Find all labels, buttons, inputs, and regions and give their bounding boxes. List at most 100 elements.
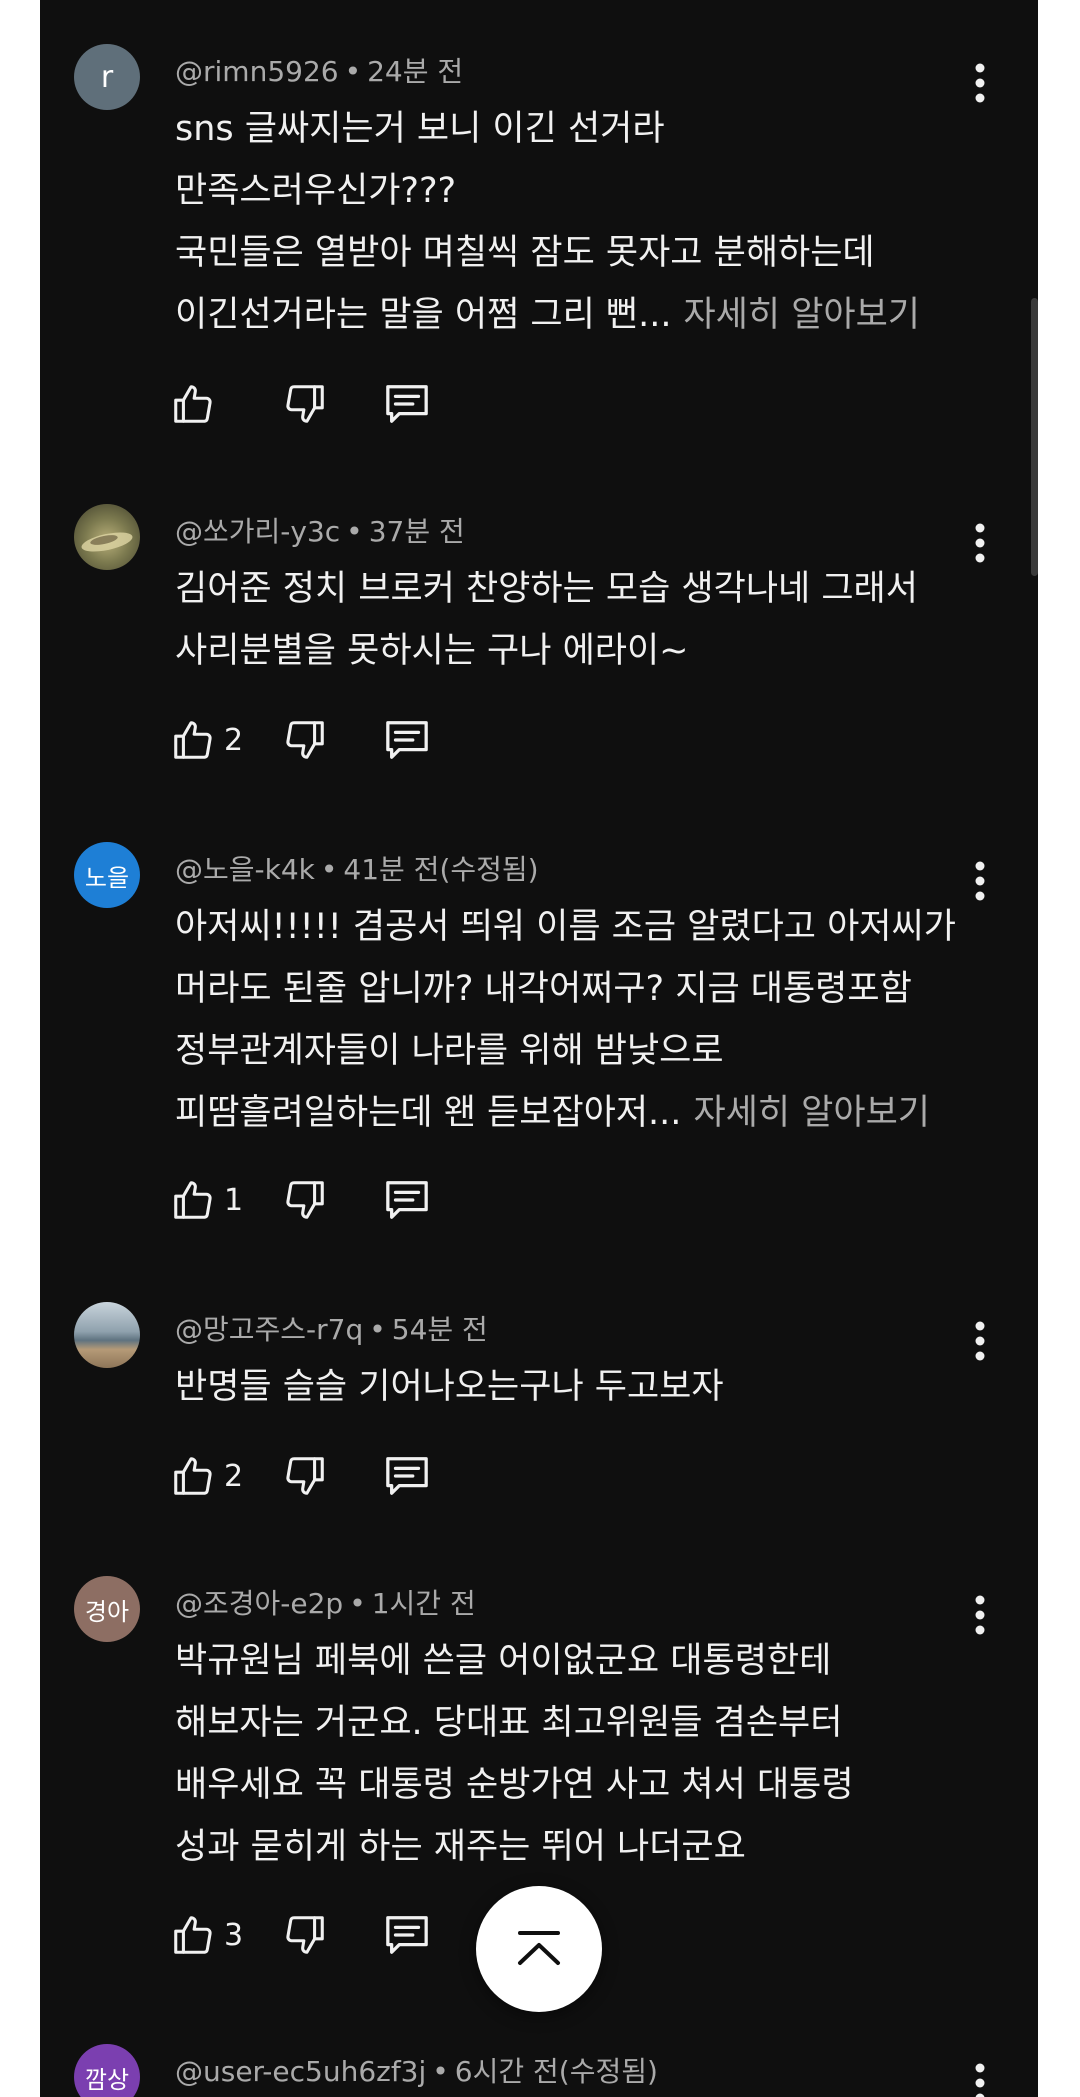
reply-icon: [382, 1912, 432, 1958]
thumbs-up-icon: [170, 1453, 216, 1499]
read-more-link[interactable]: 자세히 알아보기: [683, 295, 920, 335]
reply-button[interactable]: [382, 1448, 432, 1504]
dislike-button[interactable]: [282, 376, 328, 432]
comment-text-line: 피땀흘려일하는데 왠 듣보잡아저... 자세히 알아보기: [175, 1082, 1005, 1144]
comment-text: 김어준 정치 브로커 찬양하는 모습 생각나네 그래서사리분별을 못하시는 구나…: [175, 558, 1005, 682]
comment-text-content: 정부관계자들이 나라를 위해 밤낮으로: [175, 1031, 724, 1071]
thumbs-down-icon: [282, 1912, 328, 1958]
read-more-link[interactable]: 자세히 알아보기: [693, 1093, 930, 1133]
meta-separator: •: [432, 2055, 449, 2088]
comment-text-line: 이긴선거라는 말을 어쩜 그리 뻔... 자세히 알아보기: [175, 284, 1005, 346]
author-handle[interactable]: @조경아-e2p: [175, 1587, 343, 1620]
avatar[interactable]: [74, 1302, 140, 1368]
comment-text-content: 박규원님 페북에 쓴글 어이없군요 대통령한테: [175, 1641, 832, 1681]
author-handle[interactable]: @노을-k4k: [175, 853, 315, 886]
comment-time: 24분 전: [367, 55, 464, 88]
comment-text-content: 반명들 슬슬 기어나오는구나 두고보자: [175, 1367, 724, 1407]
avatar-image: [81, 532, 133, 552]
comment-text-content: 김어준 정치 브로커 찬양하는 모습 생각나네 그래서: [175, 569, 918, 609]
like-button[interactable]: 1: [170, 1172, 243, 1228]
reply-button[interactable]: [382, 376, 432, 432]
comment-text-line: 국민들은 열받아 며칠씩 잠도 못자고 분해하는데: [175, 222, 1005, 284]
thumbs-up-icon: [170, 1912, 216, 1958]
thumbs-down-icon: [282, 717, 328, 763]
author-handle[interactable]: @user-ec5uh6zf3j: [175, 2055, 426, 2088]
comment-text-line: 머라도 된줄 압니까? 내각어쩌구? 지금 대통령포함: [175, 958, 1005, 1020]
thumbs-down-icon: [282, 1177, 328, 1223]
like-count: 2: [224, 1458, 244, 1494]
thumbs-up-icon: [170, 1177, 216, 1223]
comment-actions: 1: [170, 1172, 670, 1228]
author-handle[interactable]: @쏘가리-y3c: [175, 515, 340, 548]
like-button[interactable]: 2: [170, 712, 243, 768]
avatar-initials: r: [100, 59, 114, 95]
comment-text-content: 성과 묻히게 하는 재주는 뛰어 나더군요: [175, 1827, 746, 1867]
comment-meta: @rimn5926 • 24분 전: [175, 50, 463, 90]
comment-meta: @노을-k4k • 41분 전(수정됨): [175, 848, 539, 888]
avatar[interactable]: 경아: [74, 1576, 140, 1642]
comment-text-content: 사리분별을 못하시는 구나 에라이~: [175, 631, 689, 671]
dislike-button[interactable]: [282, 1907, 328, 1963]
meta-separator: •: [369, 1313, 386, 1346]
reply-button[interactable]: [382, 712, 432, 768]
avatar-initials: 경아: [84, 1597, 130, 1626]
like-count: 3: [224, 1917, 244, 1953]
comment-time: 54분 전: [391, 1313, 488, 1346]
comment-text-line: 아저씨!!!!! 겸공서 띄워 이름 조금 알렸다고 아저씨가: [175, 896, 1005, 958]
avatar-image: [74, 1302, 140, 1368]
thumbs-up-icon: [170, 717, 216, 763]
comment-text-line: 정부관계자들이 나라를 위해 밤낮으로: [175, 1020, 1005, 1082]
thumbs-up-icon: [170, 381, 216, 427]
avatar[interactable]: r: [74, 44, 140, 110]
comment-time: 37분 전: [368, 515, 465, 548]
author-handle[interactable]: @rimn5926: [175, 55, 339, 88]
comment-meta: @user-ec5uh6zf3j • 6시간 전(수정됨): [175, 2050, 658, 2090]
scrollbar[interactable]: [1031, 298, 1038, 576]
comment-meta: @조경아-e2p • 1시간 전: [175, 1582, 476, 1622]
chevron-up-icon: [518, 1931, 560, 1965]
avatar[interactable]: 노을: [74, 842, 140, 908]
comment-text-content: 배우세요 꼭 대통령 순방가연 사고 쳐서 대통령: [175, 1765, 854, 1805]
comment-time: 41분 전(수정됨): [343, 853, 539, 886]
comment-text-content: 만족스러우신가???: [175, 171, 457, 211]
reply-icon: [382, 717, 432, 763]
like-button[interactable]: [170, 376, 216, 432]
dislike-button[interactable]: [282, 1448, 328, 1504]
author-handle[interactable]: @망고주스-r7q: [175, 1313, 363, 1346]
like-count: 1: [224, 1182, 244, 1218]
comment-text-content: 국민들은 열받아 며칠씩 잠도 못자고 분해하는데: [175, 233, 875, 273]
comment-text: 반명들 슬슬 기어나오는구나 두고보자: [175, 1356, 1005, 1418]
comment-text-line: 배우세요 꼭 대통령 순방가연 사고 쳐서 대통령: [175, 1754, 1005, 1816]
comment-text-line: 박규원님 페북에 쓴글 어이없군요 대통령한테: [175, 1630, 1005, 1692]
comment-text: 아저씨!!!!! 겸공서 띄워 이름 조금 알렸다고 아저씨가머라도 된줄 압니…: [175, 896, 1005, 1144]
comment-text-content: 아저씨!!!!! 겸공서 띄워 이름 조금 알렸다고 아저씨가: [175, 907, 956, 947]
comment-actions: [170, 376, 670, 432]
avatar[interactable]: 깜상: [74, 2044, 140, 2097]
comment-time: 1시간 전: [371, 1587, 476, 1620]
like-button[interactable]: 2: [170, 1448, 243, 1504]
comment-meta: @쏘가리-y3c • 37분 전: [175, 510, 465, 550]
scroll-to-top-button[interactable]: [476, 1886, 602, 2012]
comment-actions: 2: [170, 1448, 670, 1504]
comment-meta: @망고주스-r7q • 54분 전: [175, 1308, 488, 1348]
like-button[interactable]: 3: [170, 1907, 243, 1963]
reply-button[interactable]: [382, 1172, 432, 1228]
comment-text-line: 김어준 정치 브로커 찬양하는 모습 생각나네 그래서: [175, 558, 1005, 620]
comment-text-content: sns 글싸지는거 보니 이긴 선거라: [175, 109, 665, 149]
comments-screen: r @rimn5926 • 24분 전 sns 글싸지는거 보니 이긴 선거라 만족스러우…: [40, 0, 1038, 2097]
comment-text-content: 피땀흘려일하는데 왠 듣보잡아저...: [175, 1093, 682, 1133]
dislike-button[interactable]: [282, 1172, 328, 1228]
avatar-initials: 깜상: [84, 2065, 130, 2094]
comment-text-line: 성과 묻히게 하는 재주는 뛰어 나더군요: [175, 1816, 1005, 1878]
avatar-initials: 노을: [84, 863, 130, 892]
meta-separator: •: [349, 1587, 366, 1620]
meta-separator: •: [344, 55, 362, 88]
reply-button[interactable]: [382, 1907, 432, 1963]
more-vert-icon[interactable]: [960, 2058, 1000, 2097]
dislike-button[interactable]: [282, 712, 328, 768]
thumbs-down-icon: [282, 1453, 328, 1499]
like-count: 2: [224, 722, 244, 758]
meta-separator: •: [346, 515, 363, 548]
avatar[interactable]: [74, 504, 140, 570]
reply-icon: [382, 1177, 432, 1223]
